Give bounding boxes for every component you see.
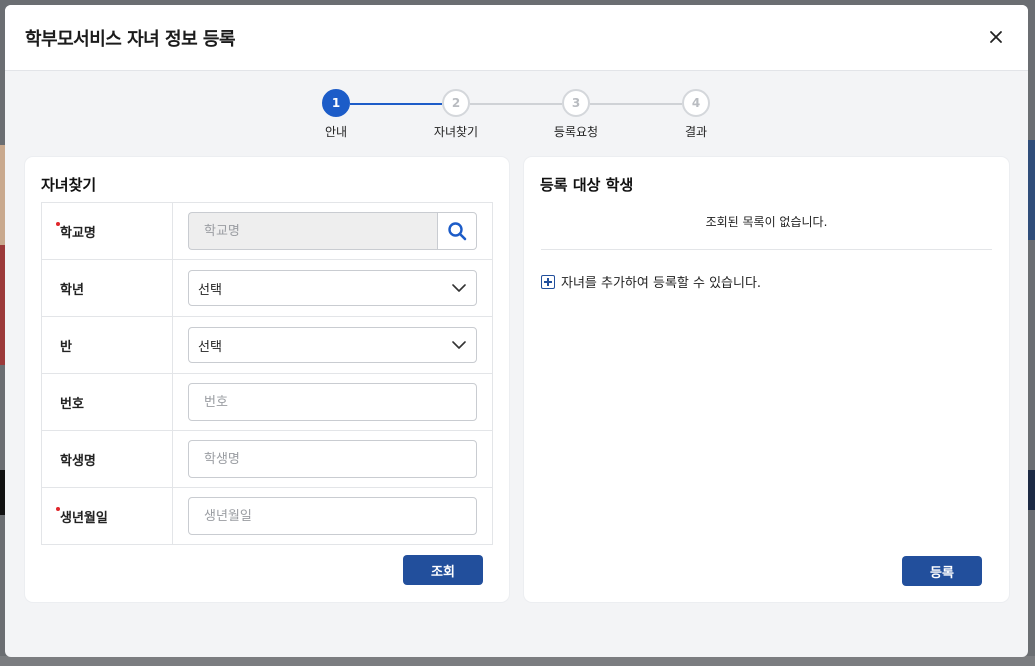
step-connector xyxy=(350,103,442,105)
school-field xyxy=(173,203,492,259)
step-1-indicator: 1 xyxy=(322,89,350,117)
step-connector xyxy=(590,103,682,105)
chevron-down-icon xyxy=(452,341,466,349)
number-input[interactable] xyxy=(188,383,477,421)
plus-box-icon xyxy=(541,274,555,289)
required-indicator xyxy=(56,222,60,226)
required-indicator xyxy=(56,507,60,511)
search-button[interactable]: 조회 xyxy=(403,555,483,585)
form-row-grade: 학년 선택 xyxy=(42,260,492,317)
student-name-field xyxy=(173,431,492,487)
child-search-title: 자녀찾기 xyxy=(41,176,97,194)
child-registration-modal: 학부모서비스 자녀 정보 등록 1 2 3 4 안내 자녀찾기 등록요청 결과 … xyxy=(5,5,1028,657)
school-label: 학교명 xyxy=(42,203,173,259)
backdrop-fragment xyxy=(1028,140,1035,240)
form-row-student-name: 학생명 xyxy=(42,431,492,488)
class-select[interactable]: 선택 xyxy=(188,327,477,363)
step-3-indicator: 3 xyxy=(562,89,590,117)
search-form: 학교명 학년 xyxy=(41,202,493,545)
class-field: 선택 xyxy=(173,317,492,373)
birthdate-field xyxy=(173,488,492,544)
step-4-label: 결과 xyxy=(684,125,708,139)
backdrop-fragment xyxy=(1028,470,1035,510)
progress-stepper: 1 2 3 4 안내 자녀찾기 등록요청 결과 xyxy=(5,88,1028,148)
birthdate-label-text: 생년월일 xyxy=(60,510,108,526)
close-button[interactable] xyxy=(982,23,1010,51)
step-1-label: 안내 xyxy=(324,125,348,139)
class-label: 반 xyxy=(42,317,173,373)
school-label-text: 학교명 xyxy=(60,225,96,241)
number-field xyxy=(173,374,492,430)
registration-target-title: 등록 대상 학생 xyxy=(540,176,634,194)
step-connector xyxy=(470,103,562,105)
search-icon xyxy=(448,222,467,241)
school-input[interactable] xyxy=(188,212,437,250)
modal-header: 학부모서비스 자녀 정보 등록 xyxy=(5,5,1028,71)
class-select-value: 선택 xyxy=(198,339,222,355)
form-row-birthdate: 생년월일 xyxy=(42,488,492,544)
student-name-input[interactable] xyxy=(188,440,477,478)
student-name-label: 학생명 xyxy=(42,431,173,487)
registration-target-panel: 등록 대상 학생 조회된 목록이 없습니다. 자녀를 추가하여 등록할 수 있습… xyxy=(524,157,1009,602)
step-3-label: 등록요청 xyxy=(553,125,599,139)
register-button[interactable]: 등록 xyxy=(902,556,982,586)
form-row-number: 번호 xyxy=(42,374,492,431)
grade-select[interactable]: 선택 xyxy=(188,270,477,306)
backdrop-fragment xyxy=(0,656,1035,666)
birthdate-label: 생년월일 xyxy=(42,488,173,544)
close-icon xyxy=(990,31,1002,43)
school-search-group xyxy=(188,212,477,250)
step-4-indicator: 4 xyxy=(682,89,710,117)
child-search-panel: 자녀찾기 학교명 학교명 학년 선택 반 선택 번호 번호 학생명 학생명 생년… xyxy=(25,157,509,602)
grade-field: 선택 xyxy=(173,260,492,316)
form-row-school: 학교명 xyxy=(42,203,492,260)
form-row-class: 반 선택 xyxy=(42,317,492,374)
step-2-indicator: 2 xyxy=(442,89,470,117)
add-child-text: 자녀를 추가하여 등록할 수 있습니다. xyxy=(561,276,762,291)
grade-label: 학년 xyxy=(42,260,173,316)
school-search-button[interactable] xyxy=(437,212,477,250)
empty-list-message: 조회된 목록이 없습니다. xyxy=(705,215,828,229)
number-label: 번호 xyxy=(42,374,173,430)
divider xyxy=(541,249,992,250)
modal-title: 학부모서비스 자녀 정보 등록 xyxy=(25,29,236,50)
step-2-label: 자녀찾기 xyxy=(433,125,479,139)
chevron-down-icon xyxy=(452,284,466,292)
birthdate-input[interactable] xyxy=(188,497,477,535)
add-child-link[interactable]: 자녀를 추가하여 등록할 수 있습니다. xyxy=(541,272,761,291)
grade-select-value: 선택 xyxy=(198,282,222,298)
